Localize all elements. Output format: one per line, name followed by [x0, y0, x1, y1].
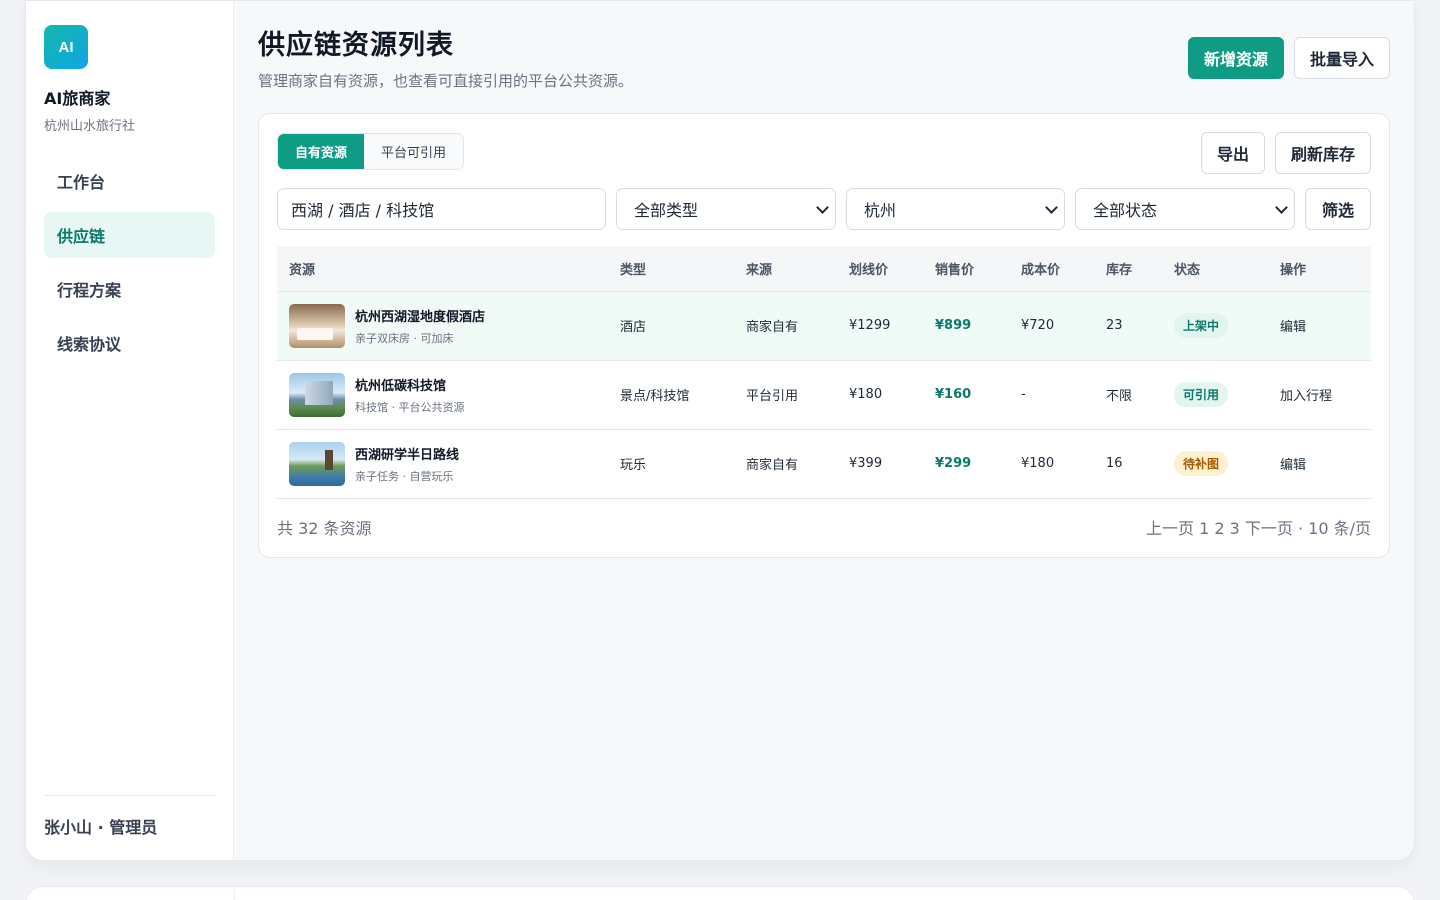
add-resource-button[interactable]: 新增资源: [1187, 37, 1284, 79]
sale-price: ¥299: [923, 429, 1009, 499]
stock: 16: [1094, 429, 1162, 499]
filter-button[interactable]: 筛选: [1305, 188, 1371, 230]
west-lake-image: [289, 441, 345, 486]
current-user[interactable]: 张小山 · 管理员: [44, 795, 215, 838]
tab-own-resources[interactable]: 自有资源: [278, 134, 365, 169]
resource-name: 西湖研学半日路线: [355, 447, 460, 463]
city-select-value: 杭州: [864, 201, 897, 220]
column-header: 资源: [277, 246, 608, 292]
sidebar-item-itinerary[interactable]: 行程方案: [44, 266, 215, 312]
header-actions: 新增资源 批量导入: [1187, 37, 1390, 79]
add-to-itinerary-link[interactable]: 加入行程: [1268, 360, 1371, 430]
list-price: ¥399: [837, 429, 923, 499]
sidebar-item-workbench[interactable]: 工作台: [44, 158, 215, 204]
resource-source: 商家自有: [734, 291, 837, 361]
brand-name: AI旅商家: [44, 89, 111, 108]
table-row[interactable]: 杭州西湖湿地度假酒店 亲子双床房 · 可加床 酒店 商家自有 ¥1299 ¥899…: [277, 291, 1371, 361]
export-button[interactable]: 导出: [1200, 132, 1265, 174]
resource-table: 资源 类型 来源 划线价 销售价 成本价 库存 状态 操作 杭州西湖湿地度假酒店…: [277, 246, 1371, 499]
resource-type: 玩乐: [608, 429, 734, 499]
table-row[interactable]: 杭州低碳科技馆科技馆 · 平台公共资源 景点/科技馆 平台引用 ¥180 ¥16…: [277, 360, 1371, 430]
status-badge: 上架中: [1174, 313, 1229, 338]
brand-logo: AI: [44, 25, 88, 69]
resource-sub: 亲子双床房 · 可加床: [355, 331, 454, 345]
column-header: 成本价: [1009, 246, 1094, 292]
column-header: 划线价: [837, 246, 923, 292]
sidebar: AI AI旅商家 杭州山水旅行社 工作台 供应链 行程方案 线索协议 张小山 ·…: [26, 1, 234, 860]
refresh-stock-button[interactable]: 刷新库存: [1274, 132, 1371, 174]
science-museum-image: [289, 372, 345, 417]
next-window-sidebar: [26, 887, 235, 900]
tab-platform-resources[interactable]: 平台可引用: [364, 134, 464, 169]
sale-price: ¥899: [923, 291, 1009, 361]
column-header: 来源: [734, 246, 837, 292]
resource-sub: 亲子任务 · 自营玩乐: [355, 469, 454, 483]
sidebar-item-supply-chain[interactable]: 供应链: [44, 212, 215, 258]
sale-price: ¥160: [923, 360, 1009, 430]
bulk-import-button[interactable]: 批量导入: [1293, 37, 1390, 79]
table-footer: 共 32 条资源 上一页 1 2 3 下一页 · 10 条/页: [277, 515, 1371, 539]
table-header-row: 资源 类型 来源 划线价 销售价 成本价 库存 状态 操作: [277, 246, 1371, 292]
resource-type: 酒店: [608, 291, 734, 361]
list-price: ¥180: [837, 360, 923, 430]
resource-name: 杭州西湖湿地度假酒店: [355, 309, 486, 325]
main-content: 供应链资源列表 管理商家自有资源，也查看可直接引用的平台公共资源。 新增资源 批…: [234, 1, 1414, 860]
table-row[interactable]: 西湖研学半日路线 亲子任务 · 自营玩乐 玩乐 商家自有 ¥399 ¥299 ¥1…: [277, 429, 1371, 499]
status-select[interactable]: 全部状态: [1075, 188, 1295, 230]
sidebar-nav: 工作台 供应链 行程方案 线索协议: [44, 158, 215, 366]
list-price: ¥1299: [837, 291, 923, 361]
city-select[interactable]: 杭州: [846, 188, 1065, 230]
cost-price: -: [1009, 360, 1094, 430]
stock: 不限: [1094, 360, 1162, 430]
edit-link[interactable]: 编辑: [1268, 291, 1371, 361]
keyword-search-input[interactable]: 西湖 / 酒店 / 科技馆: [277, 188, 606, 230]
next-window-edge: [25, 886, 1415, 900]
type-select[interactable]: 全部类型: [616, 188, 836, 230]
keyword-value: 西湖 / 酒店 / 科技馆: [291, 201, 435, 220]
column-header: 状态: [1162, 246, 1268, 292]
total-count: 共 32 条资源: [277, 518, 372, 538]
card-actions: 导出 刷新库存: [1200, 132, 1371, 174]
pagination[interactable]: 上一页 1 2 3 下一页 · 10 条/页: [1146, 515, 1371, 539]
chevron-down-icon: [1045, 200, 1058, 214]
resource-name: 杭州低碳科技馆: [355, 378, 447, 394]
resource-card: 自有资源 平台可引用 导出 刷新库存 西湖 / 酒店 / 科技馆 全部类型 杭州…: [258, 113, 1390, 558]
resource-sub: 科技馆 · 平台公共资源: [355, 400, 465, 414]
column-header: 类型: [608, 246, 734, 292]
chevron-down-icon: [816, 200, 829, 214]
cost-price: ¥180: [1009, 429, 1094, 499]
app-window: AI AI旅商家 杭州山水旅行社 工作台 供应链 行程方案 线索协议 张小山 ·…: [25, 0, 1415, 861]
status-select-value: 全部状态: [1093, 201, 1158, 220]
edit-link[interactable]: 编辑: [1268, 429, 1371, 499]
status-badge: 可引用: [1174, 382, 1229, 407]
column-header: 库存: [1094, 246, 1162, 292]
resource-source: 商家自有: [734, 429, 837, 499]
filter-bar: 西湖 / 酒店 / 科技馆 全部类型 杭州 全部状态 筛选: [277, 188, 1371, 230]
type-select-value: 全部类型: [634, 201, 699, 220]
chevron-down-icon: [1275, 200, 1288, 214]
stock: 23: [1094, 291, 1162, 361]
status-badge: 待补图: [1174, 451, 1229, 476]
brand-org: 杭州山水旅行社: [44, 119, 136, 134]
sidebar-item-leads[interactable]: 线索协议: [44, 320, 215, 366]
resource-type: 景点/科技馆: [608, 360, 734, 430]
hotel-room-image: [289, 303, 345, 348]
cost-price: ¥720: [1009, 291, 1094, 361]
column-header: 销售价: [923, 246, 1009, 292]
resource-source: 平台引用: [734, 360, 837, 430]
column-header: 操作: [1268, 246, 1371, 292]
source-tabs: 自有资源 平台可引用: [277, 133, 465, 170]
